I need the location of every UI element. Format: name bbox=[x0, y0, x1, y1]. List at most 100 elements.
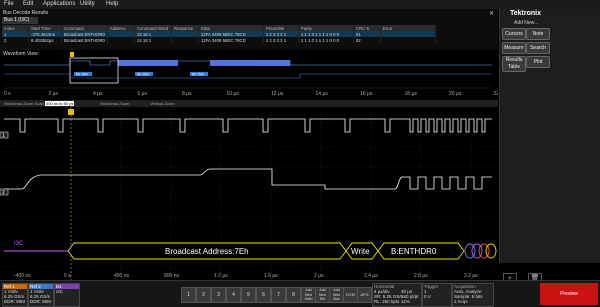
cell: 1 1 1 0 1 1 1 1 0 0 0 bbox=[298, 37, 354, 43]
tick-label: 0 s bbox=[4, 91, 11, 97]
bus-segment-write-label: Write bbox=[351, 247, 370, 256]
horizontal-panel[interactable]: Horizontal 4 µs/div SR: 6.25 GS/s RL: 25… bbox=[372, 283, 422, 307]
cell: 1 2 3 3 2 1 bbox=[263, 37, 299, 43]
zoom-scale-label: Horizontal Zoom Scale bbox=[4, 101, 45, 106]
col-command-word[interactable]: Command Word bbox=[134, 25, 172, 31]
marker-2: 8K 25% bbox=[137, 72, 149, 76]
cell bbox=[380, 37, 436, 43]
ref2-badge[interactable]: Ref 2 1 V/div 6.25 GS/s DDR: 80M bbox=[28, 283, 54, 307]
tick-label: 2 µs bbox=[314, 273, 324, 279]
tick-label: 3.2 µs bbox=[464, 273, 478, 279]
channel-button-4[interactable]: 4 bbox=[226, 287, 241, 303]
marker-3: 8K 25% bbox=[192, 72, 204, 76]
acquisition-line: 1 Acqs bbox=[454, 299, 468, 304]
channel-button-6[interactable]: 6 bbox=[256, 287, 271, 303]
zoom-box[interactable] bbox=[69, 57, 119, 84]
menu-applications[interactable]: Applications bbox=[43, 1, 75, 7]
tick-label: 800 ns bbox=[164, 273, 180, 279]
channel-button-2[interactable]: 2 bbox=[196, 287, 211, 303]
horizontal-line: RL: 250 kpts bbox=[374, 299, 400, 304]
ref1-line: DDR: 80M bbox=[4, 299, 26, 304]
tick-label: 2.8 µs bbox=[414, 273, 428, 279]
horizontal-right: 11% bbox=[401, 299, 410, 304]
close-icon[interactable]: ✕ bbox=[489, 10, 494, 17]
plot-button[interactable]: Plot bbox=[526, 56, 550, 68]
tick-label: 6 µs bbox=[138, 91, 148, 97]
waveform-overview: Waveform View 8K 25% 8K 25% 8K 25% 0 s2 … bbox=[0, 50, 498, 100]
zoom-horizontal-label: Horizontal Zoom bbox=[100, 101, 130, 106]
right-panel: Tektronix Add New... Cursors Note Measur… bbox=[499, 9, 600, 285]
menu-bar: File Edit Applications Utility Help bbox=[0, 0, 600, 9]
tick-label: 10 µs bbox=[227, 91, 240, 97]
channel-button-7[interactable]: 7 bbox=[271, 287, 286, 303]
cell: 12FA 3409 56DC 78CD bbox=[198, 37, 264, 43]
channel-button-5[interactable]: 5 bbox=[241, 287, 256, 303]
bus-decode-table: Index Start Time Command Address Command… bbox=[2, 25, 436, 43]
bus-segment-enthdr-label: B:ENTHDR0 bbox=[391, 247, 437, 256]
dvm-button[interactable]: DVM bbox=[343, 287, 358, 303]
trigger-marker-icon[interactable] bbox=[68, 109, 74, 115]
bus-decode-title: Bus Decode Results bbox=[3, 10, 49, 16]
add-new-label: Add New... bbox=[514, 20, 539, 26]
channel-button-8[interactable]: 8 bbox=[286, 287, 301, 303]
zoom-scale-value[interactable]: 400 ns to 50 ps bbox=[45, 101, 75, 106]
tick-label: 14 µs bbox=[316, 91, 329, 97]
bus-badge-sub: I3C bbox=[56, 289, 64, 294]
ref2-line: DDR: 80M bbox=[30, 299, 52, 304]
cell: 02 bbox=[353, 37, 381, 43]
tick-label: 22 µs bbox=[494, 91, 499, 97]
overview-svg[interactable]: 8K 25% 8K 25% 8K 25% 0 s 2 µs 4 µs 6 µs 8 µs… bbox=[0, 50, 498, 100]
channel-button-3[interactable]: 3 bbox=[211, 287, 226, 303]
table-row[interactable]: 2 8.403352µs Broadcast ENTHDR0 13 18 1 1… bbox=[2, 37, 436, 43]
cell: Broadcast ENTHDR0 bbox=[61, 31, 108, 37]
cell bbox=[107, 37, 135, 43]
tick-label: 4 µs bbox=[93, 91, 103, 97]
plot-svg[interactable]: 1 2 I3C Broadcast Address:7Eh Write B:EN… bbox=[0, 107, 528, 280]
menu-help[interactable]: Help bbox=[106, 1, 118, 7]
note-button[interactable]: Note bbox=[526, 28, 550, 40]
tick-label: 20 µs bbox=[449, 91, 462, 97]
brand-logo: Tektronix bbox=[510, 10, 541, 17]
marker-1: 8K 25% bbox=[76, 72, 88, 76]
preview-button[interactable]: Preview bbox=[540, 283, 598, 305]
ch1-label[interactable]: 1 bbox=[2, 133, 5, 139]
add-ref-button[interactable]: Add New Ref bbox=[315, 287, 330, 303]
tick-label: 0 s bbox=[64, 273, 71, 279]
tick-label: 1.2 µs bbox=[214, 273, 228, 279]
menu-edit[interactable]: Edit bbox=[23, 1, 33, 7]
channel-button-1[interactable]: 1 bbox=[181, 287, 196, 303]
ch2-label[interactable]: 2 bbox=[2, 190, 5, 196]
menu-file[interactable]: File bbox=[4, 1, 14, 7]
ch1-trace bbox=[4, 118, 492, 133]
bus-decode-panel: Bus Decode Results ✕ Bus 1 (I3C) Index S… bbox=[0, 9, 498, 51]
tick-label: 2 µs bbox=[49, 91, 59, 97]
acquisition-panel[interactable]: Acquisition Auto, Analyze Sample: 8 bits… bbox=[452, 283, 494, 307]
results-table-button[interactable]: Results Table bbox=[502, 56, 526, 72]
afg-button[interactable]: AFG bbox=[357, 287, 372, 303]
main-waveform-plot[interactable]: 1 2 I3C Broadcast Address:7Eh Write B:EN… bbox=[0, 107, 528, 280]
tick-label: 12 µs bbox=[271, 91, 284, 97]
cell: 8.403352µs bbox=[28, 37, 62, 43]
bus-label[interactable]: I3C bbox=[14, 241, 24, 247]
cell bbox=[171, 37, 199, 43]
cell: 2 bbox=[2, 37, 29, 43]
bus-segment-address-label: Broadcast Address:7Eh bbox=[165, 247, 249, 256]
ref1-badge[interactable]: Ref 1 1 V/div 6.25 GS/s DDR: 80M bbox=[2, 283, 28, 307]
trigger-line: 0 V bbox=[424, 294, 431, 299]
zoom-scale-bar: Horizontal Zoom Scale 400 ns to 50 ps Ho… bbox=[0, 100, 498, 107]
bottom-control-bar: Ref 1 1 V/div 6.25 GS/s DDR: 80M Ref 2 1… bbox=[0, 280, 600, 307]
trigger-panel[interactable]: Trigger 1 0 V bbox=[422, 283, 452, 307]
cursors-button[interactable]: Cursors bbox=[502, 28, 526, 40]
add-bus-button[interactable]: Add New Bus bbox=[329, 287, 344, 303]
tick-label: 16 µs bbox=[360, 91, 373, 97]
menu-utility[interactable]: Utility bbox=[80, 1, 95, 7]
ch2-trace bbox=[4, 168, 492, 190]
search-button[interactable]: Search bbox=[526, 42, 550, 54]
bus-decode-tab[interactable]: Bus 1 (I3C) bbox=[2, 17, 38, 24]
add-math-button[interactable]: Add New Math bbox=[301, 287, 316, 303]
measure-button[interactable]: Measure bbox=[502, 42, 526, 54]
bus-badge[interactable]: B1 I3C bbox=[54, 283, 80, 307]
tick-label: 2.4 µs bbox=[364, 273, 378, 279]
zoom-vertical-label: Vertical Zoom bbox=[150, 101, 175, 106]
tick-label: -400 ns bbox=[14, 273, 31, 279]
